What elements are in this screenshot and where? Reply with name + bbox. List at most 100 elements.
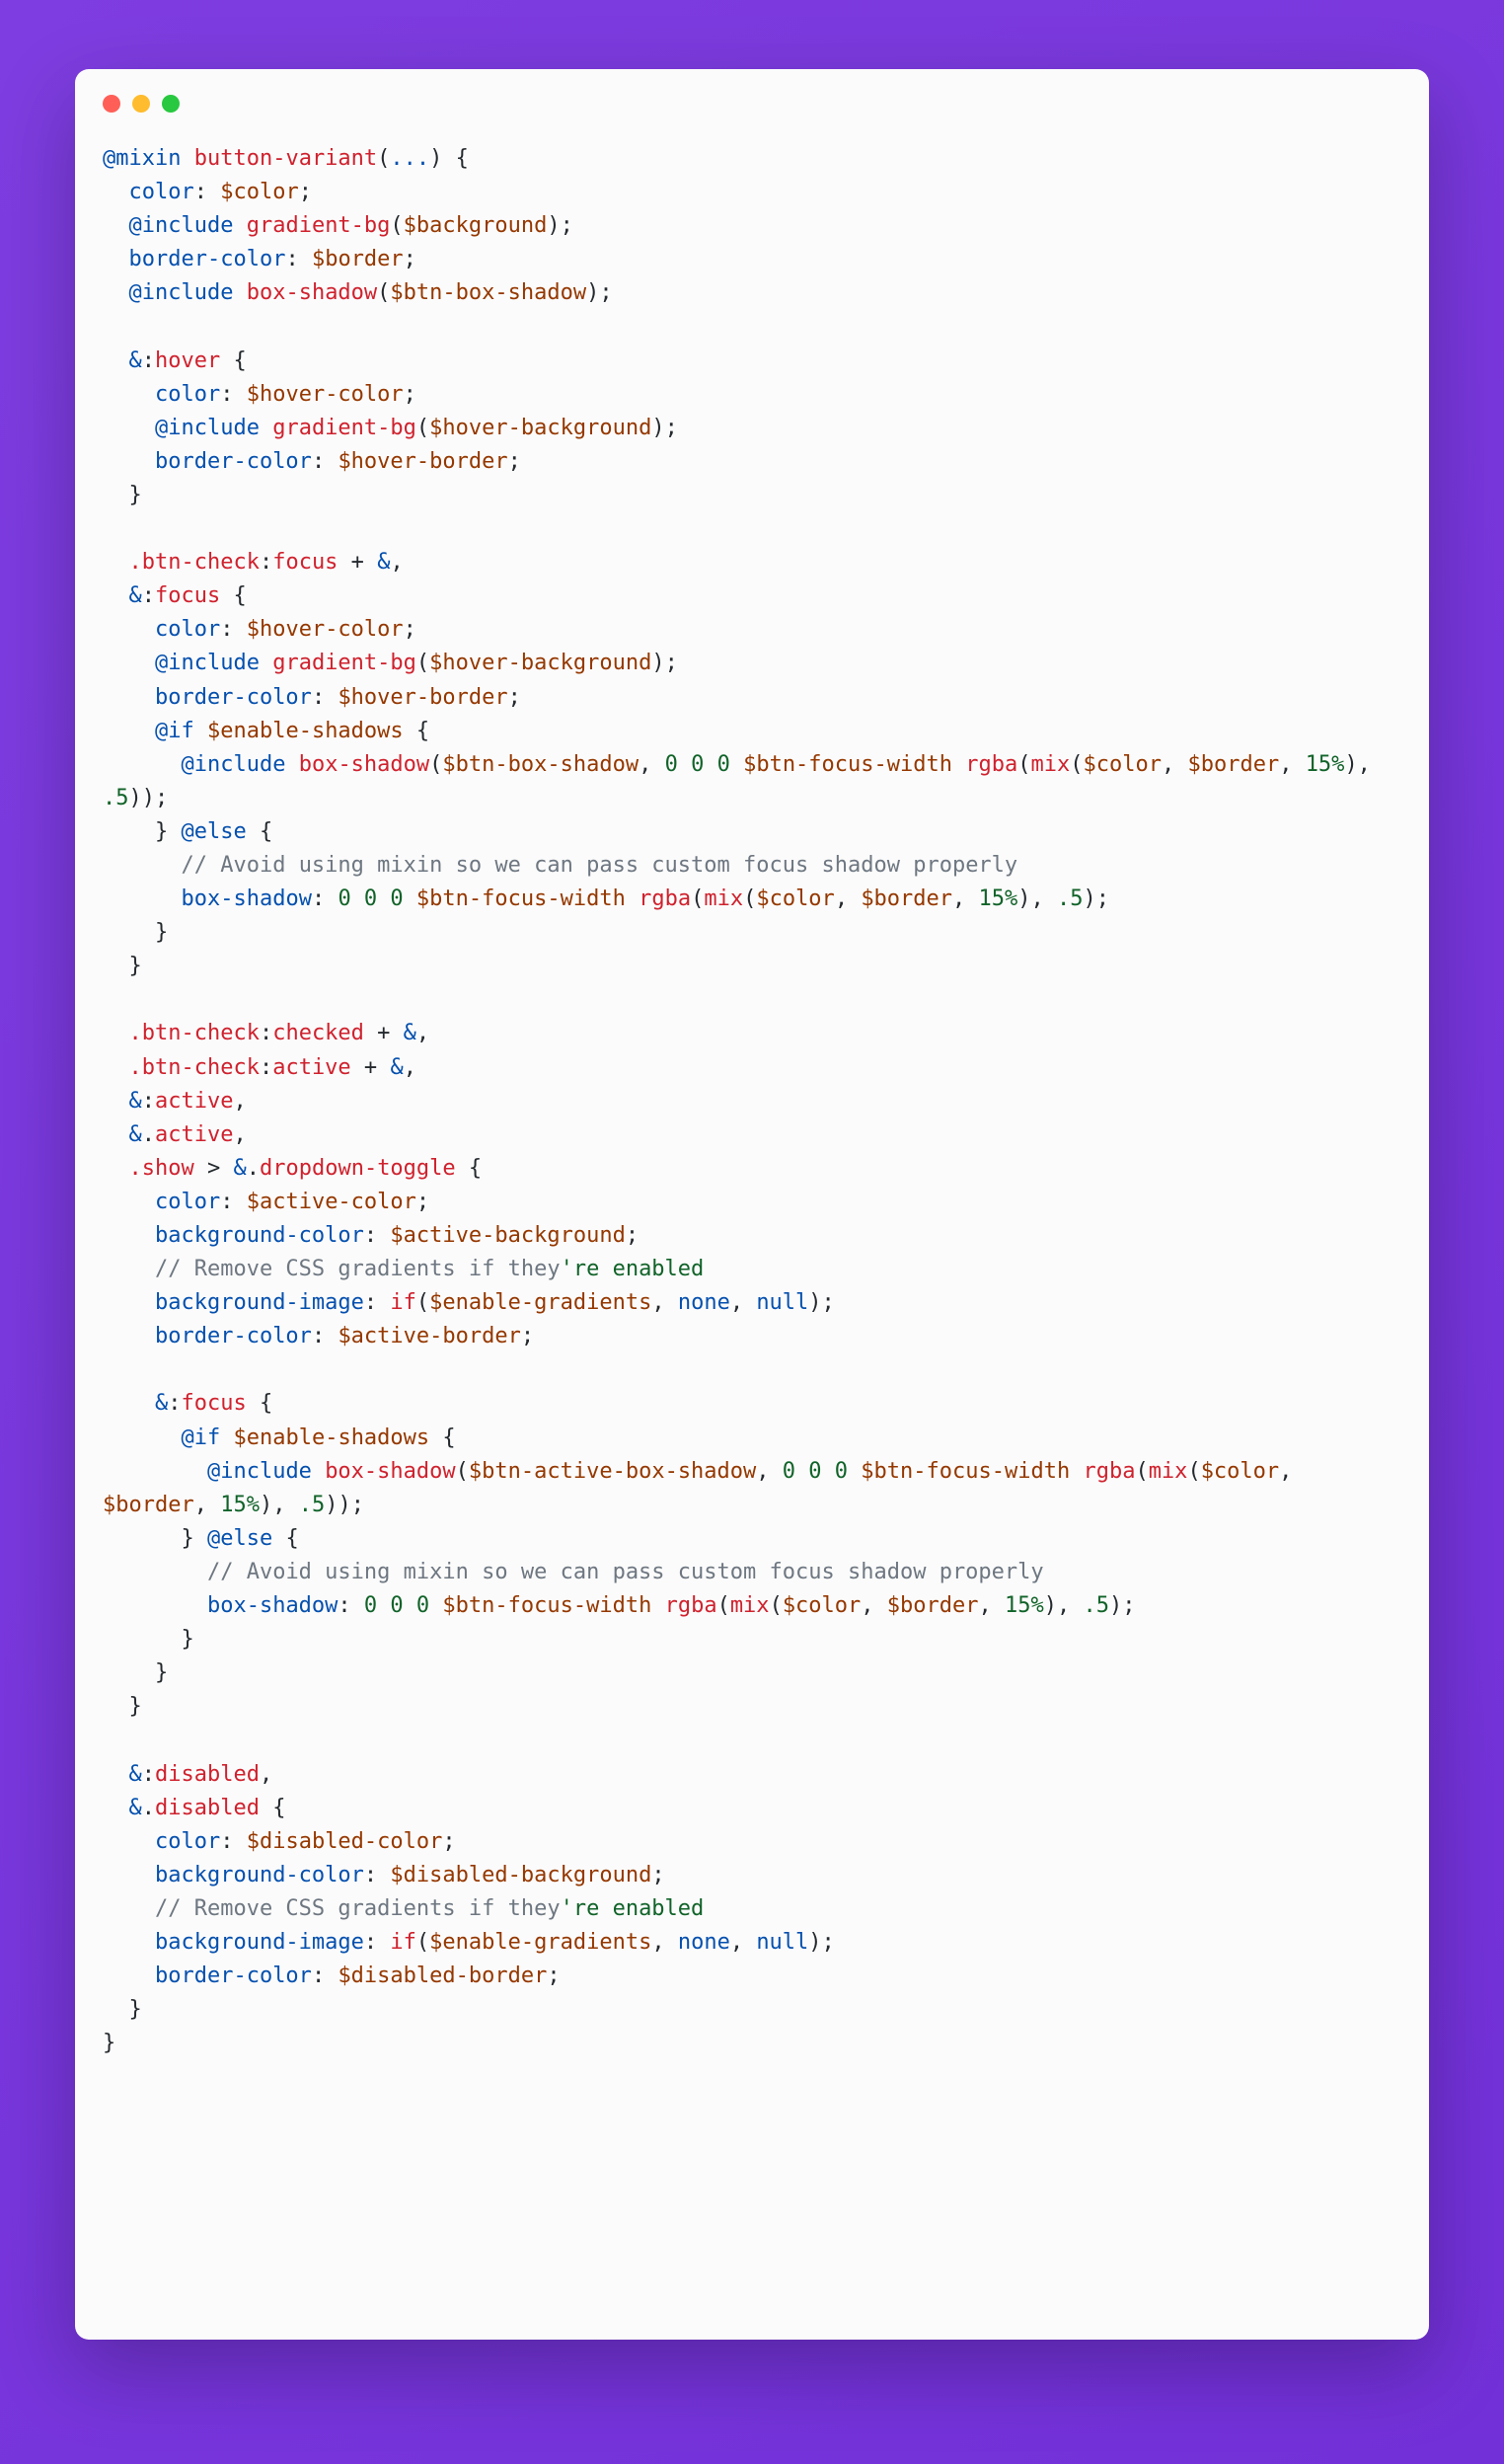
code-block: @mixin button-variant(...) { color: $col… bbox=[103, 142, 1401, 2060]
code-token: null bbox=[756, 1930, 808, 1955]
code-token bbox=[233, 213, 246, 238]
code-token: background-image bbox=[155, 1930, 364, 1955]
code-token: } bbox=[103, 2031, 115, 2055]
code-token: , bbox=[1279, 1459, 1306, 1484]
code-token: active bbox=[272, 1055, 350, 1080]
code-token bbox=[429, 1593, 442, 1618]
code-token: none bbox=[678, 1290, 730, 1315]
minimize-icon[interactable] bbox=[132, 95, 150, 113]
code-token bbox=[103, 1223, 155, 1248]
code-token: ( bbox=[416, 1290, 429, 1315]
code-token: ); bbox=[651, 651, 678, 675]
code-token: ; bbox=[547, 1964, 560, 1988]
code-token: ( bbox=[416, 651, 429, 675]
code-token: @else bbox=[207, 1526, 272, 1551]
code-token: rgba bbox=[1083, 1459, 1135, 1484]
code-token bbox=[103, 247, 129, 271]
code-token: $color bbox=[783, 1593, 861, 1618]
code-token: $color bbox=[756, 886, 834, 911]
code-token: & bbox=[129, 1089, 142, 1114]
code-token: disabled bbox=[155, 1796, 260, 1820]
code-token: & bbox=[155, 1391, 168, 1416]
code-token: $active-border bbox=[338, 1324, 520, 1348]
code-token: mix bbox=[730, 1593, 770, 1618]
code-token: ( bbox=[456, 1459, 469, 1484]
code-token: , bbox=[404, 1055, 416, 1080]
code-token: ; bbox=[521, 1324, 534, 1348]
code-token: .btn-check bbox=[129, 1055, 260, 1080]
code-token: . bbox=[247, 1156, 260, 1181]
code-token: : bbox=[260, 1021, 272, 1045]
code-token: checked bbox=[272, 1021, 364, 1045]
code-token: ; bbox=[404, 382, 416, 407]
code-token: : bbox=[142, 348, 155, 373]
code-token: { bbox=[404, 719, 430, 743]
code-token: ) { bbox=[429, 146, 469, 171]
code-token: @mixin bbox=[103, 146, 181, 171]
code-token: ( bbox=[1135, 1459, 1148, 1484]
code-token bbox=[103, 1796, 129, 1820]
code-token: , bbox=[233, 1089, 246, 1114]
code-token: .btn-check bbox=[129, 550, 260, 575]
code-token: : bbox=[285, 247, 312, 271]
code-token: ; bbox=[651, 1863, 664, 1887]
code-token: ( bbox=[691, 886, 704, 911]
code-token: & bbox=[233, 1156, 246, 1181]
code-token bbox=[103, 382, 155, 407]
code-token: $hover-background bbox=[429, 651, 651, 675]
code-token: if bbox=[390, 1290, 416, 1315]
code-token: } bbox=[103, 1526, 207, 1551]
code-token: mix bbox=[704, 886, 743, 911]
code-token: focus bbox=[181, 1391, 246, 1416]
code-token: border-color bbox=[155, 449, 312, 474]
code-token: ); bbox=[808, 1930, 835, 1955]
code-token: ( bbox=[377, 146, 390, 171]
code-token: ( bbox=[770, 1593, 783, 1618]
code-token: @include bbox=[181, 752, 285, 777]
code-token: . bbox=[142, 1122, 155, 1147]
code-token bbox=[103, 1122, 129, 1147]
code-token: $hover-color bbox=[247, 382, 404, 407]
code-token: { bbox=[429, 1425, 456, 1450]
code-token: : bbox=[312, 886, 338, 911]
code-token bbox=[103, 1863, 155, 1887]
code-token: active bbox=[155, 1089, 233, 1114]
code-token: .5 bbox=[1084, 1593, 1110, 1618]
code-token: ( bbox=[1017, 752, 1030, 777]
code-token bbox=[103, 1560, 207, 1584]
zoom-icon[interactable] bbox=[162, 95, 180, 113]
close-icon[interactable] bbox=[103, 95, 120, 113]
code-token bbox=[404, 886, 416, 911]
code-token: ; bbox=[626, 1223, 639, 1248]
code-token: color bbox=[155, 617, 220, 642]
code-token: none bbox=[678, 1930, 730, 1955]
code-token: 0 0 0 bbox=[364, 1593, 429, 1618]
code-token: : bbox=[220, 1190, 247, 1214]
code-token: } bbox=[103, 954, 142, 978]
code-token bbox=[1070, 1459, 1083, 1484]
code-token: box-shadow bbox=[181, 886, 311, 911]
code-token: 15% bbox=[220, 1493, 260, 1517]
code-token bbox=[103, 449, 155, 474]
code-token bbox=[103, 1055, 129, 1080]
code-token: 're enabled bbox=[561, 1257, 705, 1281]
code-token bbox=[103, 416, 155, 440]
code-token bbox=[194, 719, 207, 743]
code-token: $disabled-background bbox=[390, 1863, 651, 1887]
code-window: @mixin button-variant(...) { color: $col… bbox=[75, 69, 1429, 2340]
code-token: , bbox=[730, 1930, 757, 1955]
code-token bbox=[952, 752, 965, 777]
code-token: : bbox=[364, 1290, 391, 1315]
code-token: .5 bbox=[103, 786, 129, 810]
code-token bbox=[103, 1964, 155, 1988]
code-token: gradient-bg bbox=[272, 651, 416, 675]
code-token bbox=[103, 1593, 207, 1618]
code-token: 15% bbox=[979, 886, 1018, 911]
code-token: border-color bbox=[129, 247, 286, 271]
code-token bbox=[103, 1290, 155, 1315]
code-token: mix bbox=[1030, 752, 1070, 777]
code-token: : bbox=[364, 1930, 391, 1955]
code-token: gradient-bg bbox=[247, 213, 391, 238]
code-token: { bbox=[220, 583, 247, 608]
code-token: : bbox=[364, 1223, 391, 1248]
